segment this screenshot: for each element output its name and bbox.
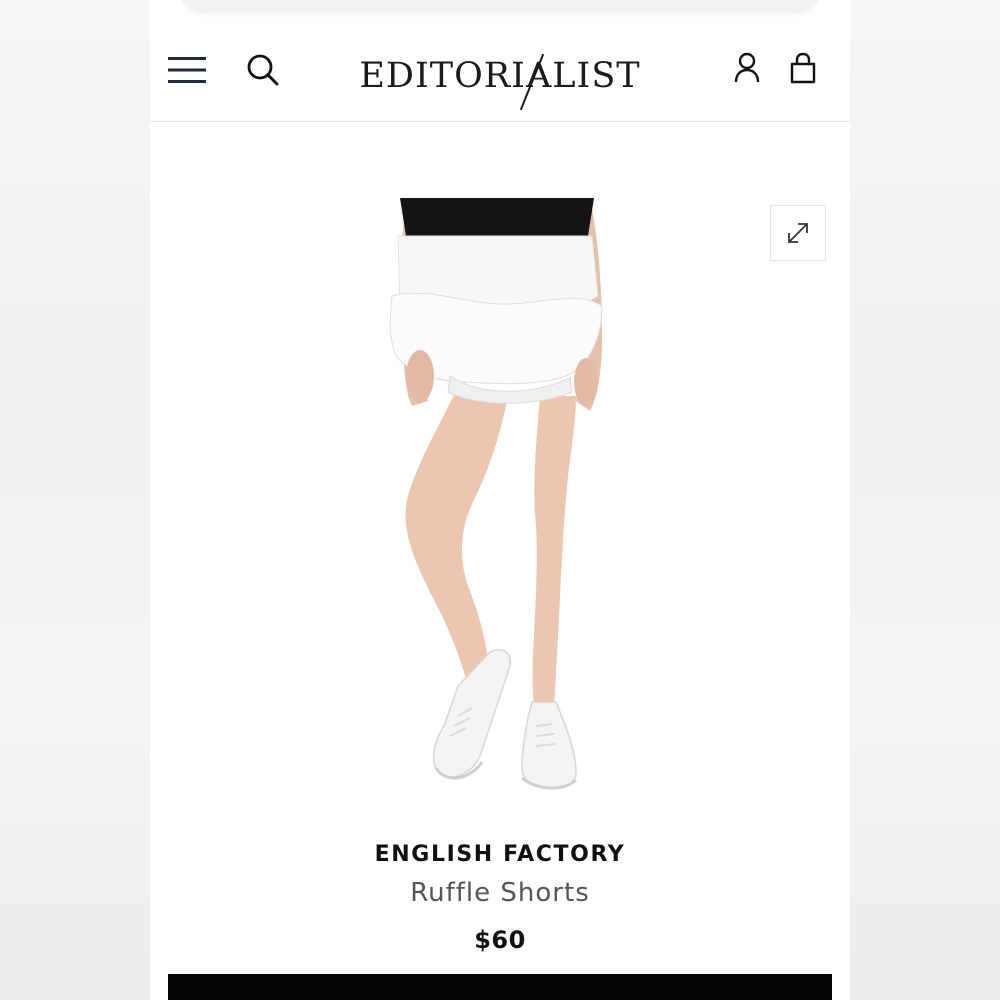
background-right: [850, 0, 1000, 1000]
shopping-bag-icon: [790, 52, 816, 84]
site-logo[interactable]: EDITORIALIST: [350, 48, 650, 111]
product-image[interactable]: [340, 196, 660, 800]
product-photo: [389, 198, 603, 790]
site-header: EDITORIALIST: [150, 30, 850, 122]
shopping-bag-button[interactable]: [788, 50, 818, 86]
search-icon: [247, 54, 279, 86]
hamburger-menu-icon: [168, 57, 206, 83]
shop-now-button[interactable]: [168, 974, 832, 1000]
product-page: EDITORIALIST ENGLISH FACTORY Ruffle Shor…: [150, 0, 850, 1000]
search-button[interactable]: [244, 50, 282, 90]
browser-address-bar: [180, 0, 820, 12]
product-name: Ruffle Shorts: [410, 878, 590, 908]
product-price: $60: [474, 926, 526, 954]
expand-arrows-icon: [788, 223, 808, 243]
logo-text: EDITORIALIST: [359, 56, 641, 96]
expand-image-button[interactable]: [770, 205, 826, 261]
menu-button[interactable]: [166, 52, 208, 88]
user-icon: [734, 52, 760, 83]
product-brand[interactable]: ENGLISH FACTORY: [150, 842, 850, 867]
background-left: [0, 0, 150, 1000]
account-button[interactable]: [732, 50, 762, 86]
